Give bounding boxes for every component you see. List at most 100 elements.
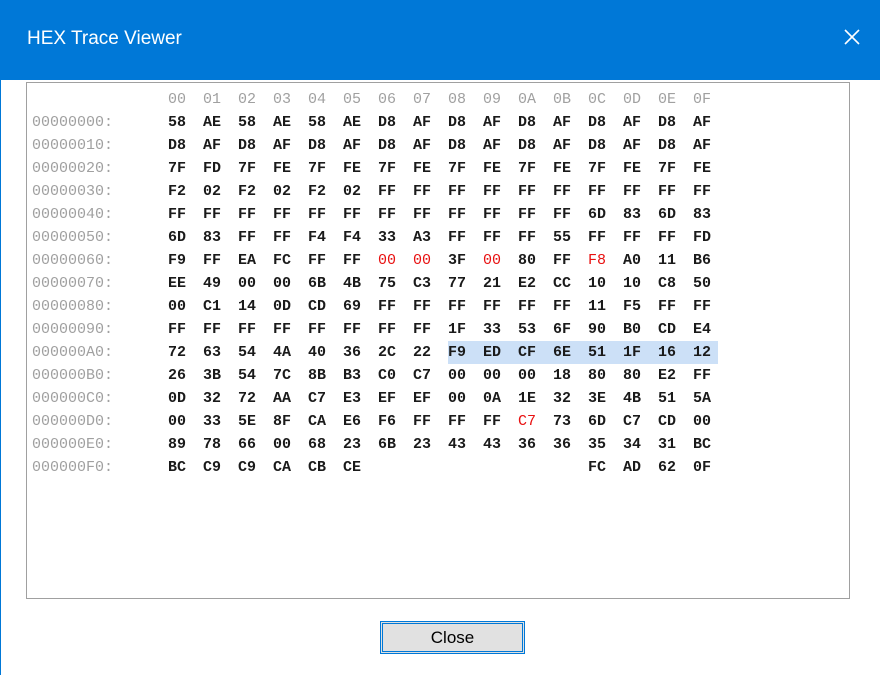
hex-byte[interactable]: 80	[588, 364, 623, 387]
hex-byte[interactable]: 0D	[168, 387, 203, 410]
hex-byte[interactable]: 7C	[273, 364, 308, 387]
hex-byte[interactable]: FF	[238, 226, 273, 249]
hex-byte[interactable]: E2	[658, 364, 693, 387]
hex-byte[interactable]: FF	[518, 226, 553, 249]
hex-byte[interactable]: FF	[448, 410, 483, 433]
hex-byte[interactable]: F6	[378, 410, 413, 433]
hex-byte[interactable]: E6	[343, 410, 378, 433]
hex-byte[interactable]: 58	[308, 111, 343, 134]
hex-byte[interactable]: FF	[273, 226, 308, 249]
hex-byte[interactable]: 00	[238, 272, 273, 295]
hex-byte[interactable]: D8	[448, 111, 483, 134]
hex-byte[interactable]: 78	[203, 433, 238, 456]
hex-byte[interactable]: FF	[378, 295, 413, 318]
hex-byte[interactable]: 80	[518, 249, 553, 272]
hex-byte[interactable]: 00	[168, 295, 203, 318]
hex-byte[interactable]: CD	[308, 295, 343, 318]
hex-byte[interactable]: 11	[658, 249, 693, 272]
hex-byte[interactable]: 4B	[623, 387, 658, 410]
hex-byte[interactable]: FF	[413, 180, 448, 203]
hex-byte[interactable]: C9	[238, 456, 273, 479]
hex-byte[interactable]: FF	[273, 318, 308, 341]
hex-byte[interactable]: FF	[343, 203, 378, 226]
hex-byte[interactable]: 4A	[273, 341, 308, 364]
hex-byte[interactable]: AF	[483, 134, 518, 157]
hex-byte[interactable]: D8	[238, 134, 273, 157]
hex-byte[interactable]: AF	[693, 134, 728, 157]
hex-byte[interactable]: AF	[623, 134, 658, 157]
hex-byte[interactable]: FF	[413, 295, 448, 318]
hex-byte[interactable]: FE	[693, 157, 728, 180]
hex-byte[interactable]: FF	[413, 318, 448, 341]
hex-byte[interactable]: 66	[238, 433, 273, 456]
hex-byte[interactable]: FF	[448, 226, 483, 249]
hex-byte[interactable]	[413, 456, 448, 479]
hex-byte[interactable]: FF	[378, 180, 413, 203]
hex-byte[interactable]: 3B	[203, 364, 238, 387]
hex-byte[interactable]: C0	[378, 364, 413, 387]
hex-byte[interactable]: CA	[273, 456, 308, 479]
hex-byte[interactable]: FF	[343, 249, 378, 272]
hex-byte[interactable]: FF	[448, 295, 483, 318]
hex-byte[interactable]: 02	[273, 180, 308, 203]
hex-byte[interactable]: FF	[623, 180, 658, 203]
hex-byte[interactable]: 6D	[168, 226, 203, 249]
hex-byte[interactable]: FC	[588, 456, 623, 479]
hex-byte[interactable]: 7F	[448, 157, 483, 180]
hex-byte[interactable]: FF	[203, 249, 238, 272]
hex-byte[interactable]: 00	[273, 433, 308, 456]
hex-byte[interactable]: E3	[343, 387, 378, 410]
hex-byte[interactable]: 00	[273, 272, 308, 295]
hex-byte[interactable]: AE	[343, 111, 378, 134]
hex-byte[interactable]: FF	[308, 318, 343, 341]
hex-byte[interactable]: 14	[238, 295, 273, 318]
hex-byte[interactable]: 35	[588, 433, 623, 456]
hex-byte[interactable]: AF	[413, 111, 448, 134]
hex-byte[interactable]: D8	[588, 134, 623, 157]
hex-dump-panel[interactable]: 00 01 02 03 04 05 06 07 08 09 0A 0B 0C 0D 0E 0F 00000000…	[26, 82, 850, 599]
hex-byte[interactable]: FE	[553, 157, 588, 180]
hex-byte[interactable]: FC	[273, 249, 308, 272]
hex-byte[interactable]: 23	[413, 433, 448, 456]
hex-byte[interactable]: CD	[658, 410, 693, 433]
hex-byte[interactable]: 00	[413, 249, 448, 272]
hex-byte[interactable]: 69	[343, 295, 378, 318]
hex-byte[interactable]: FF	[693, 364, 728, 387]
hex-byte[interactable]: FF	[623, 226, 658, 249]
hex-byte[interactable]: 50	[693, 272, 728, 295]
hex-byte[interactable]: 90	[588, 318, 623, 341]
hex-byte[interactable]: FF	[343, 318, 378, 341]
hex-byte[interactable]: B6	[693, 249, 728, 272]
hex-byte[interactable]: 22	[413, 341, 448, 364]
hex-byte[interactable]: 72	[168, 341, 203, 364]
hex-byte[interactable]: 16	[658, 341, 693, 364]
hex-byte[interactable]: FF	[658, 226, 693, 249]
hex-byte[interactable]: FF	[413, 410, 448, 433]
hex-byte[interactable]: C8	[658, 272, 693, 295]
hex-byte[interactable]: FF	[483, 295, 518, 318]
hex-byte[interactable]: AE	[203, 111, 238, 134]
hex-byte[interactable]: 32	[553, 387, 588, 410]
hex-byte[interactable]: FE	[273, 157, 308, 180]
hex-byte[interactable]: D8	[378, 111, 413, 134]
hex-byte[interactable]: 10	[588, 272, 623, 295]
hex-byte[interactable]: FE	[483, 157, 518, 180]
hex-byte[interactable]: 53	[518, 318, 553, 341]
hex-byte[interactable]: 49	[203, 272, 238, 295]
hex-byte[interactable]	[518, 456, 553, 479]
hex-byte[interactable]: 2C	[378, 341, 413, 364]
hex-byte[interactable]: D8	[658, 134, 693, 157]
hex-byte[interactable]: 3F	[448, 249, 483, 272]
hex-byte[interactable]: 0D	[273, 295, 308, 318]
hex-byte[interactable]: 75	[378, 272, 413, 295]
hex-byte[interactable]: C3	[413, 272, 448, 295]
hex-byte[interactable]: C9	[203, 456, 238, 479]
hex-byte[interactable]: F2	[238, 180, 273, 203]
hex-byte[interactable]: 00	[448, 364, 483, 387]
hex-byte[interactable]: AD	[623, 456, 658, 479]
hex-byte[interactable]: F4	[308, 226, 343, 249]
hex-byte[interactable]: FF	[553, 203, 588, 226]
hex-byte[interactable]: 77	[448, 272, 483, 295]
hex-byte[interactable]: FF	[203, 203, 238, 226]
hex-byte[interactable]: BC	[693, 433, 728, 456]
